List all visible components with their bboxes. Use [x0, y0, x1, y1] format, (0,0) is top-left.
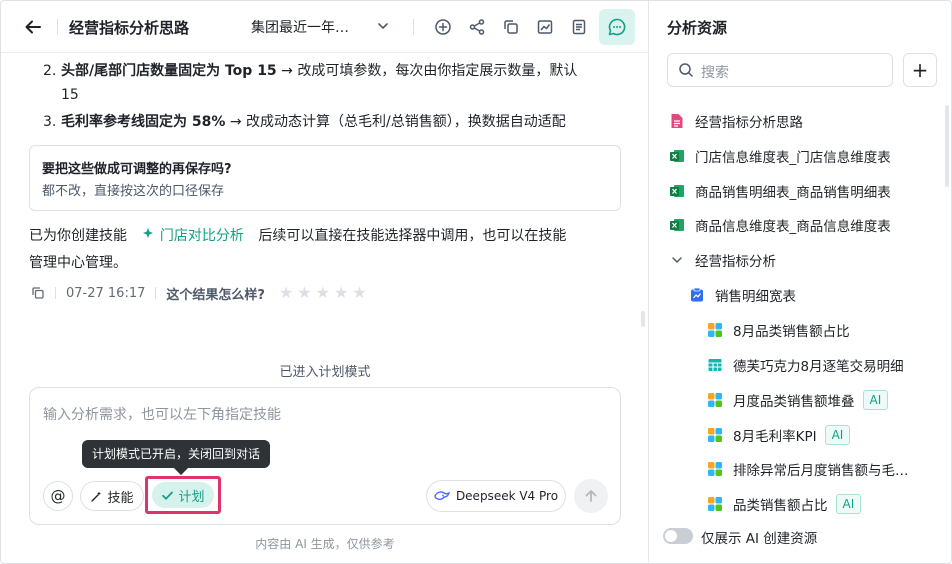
message-composer: 输入分析需求，也可以左下角指定技能 计划模式已开启，关闭回到对话 @ 技能 计划… — [29, 387, 621, 525]
chart-item[interactable]: 排除异常后月度销售额与毛… — [707, 458, 909, 480]
check-icon — [162, 491, 174, 500]
message-time: 07-27 16:17 — [66, 285, 146, 301]
sparkle-add-icon — [435, 19, 451, 35]
divider — [55, 287, 56, 299]
excel-icon — [669, 183, 685, 199]
chevron-down-icon[interactable] — [377, 20, 389, 32]
star-icon[interactable]: ★ — [352, 285, 366, 301]
plan-mode-tooltip: 计划模式已开启，关闭回到对话 — [82, 440, 271, 468]
mention-button[interactable]: @ — [43, 481, 73, 511]
chart-icon — [707, 496, 723, 512]
divider — [57, 19, 58, 35]
chart-icon — [707, 427, 723, 443]
doc-icon — [669, 113, 685, 129]
notes-button[interactable] — [567, 15, 591, 39]
assistant-reply-line2: 管理中心管理。 — [29, 255, 127, 271]
quoted-question-card: 要把这些做成可调整的再保存吗? 都不改，直接按这次的口径保存 — [29, 145, 621, 211]
ai-disclaimer: 内容由 AI 生成，仅供参考 — [255, 537, 395, 551]
ai-only-toggle-label: 仅展示 AI 创建资源 — [701, 531, 818, 547]
app-frame: 经营指标分析思路 集团最近一年… 2. 头部/尾部门店数量固定为 Top 15 … — [0, 0, 952, 564]
divider — [413, 19, 414, 35]
chart-panel-icon — [537, 20, 553, 34]
document-icon — [572, 19, 586, 35]
resource-panel: 分析资源 搜索 + 经营指标分析思路 门店信息维度表_门店信息维度表 商品销售明… — [649, 1, 951, 563]
excel-icon — [669, 217, 685, 233]
arrow-left-icon — [25, 20, 41, 34]
star-icon[interactable]: ★ — [334, 285, 348, 301]
rating-prompt: 这个结果怎么样? — [166, 287, 265, 303]
resource-item[interactable]: 商品销售明细表_商品销售明细表 — [669, 180, 891, 202]
add-resource-button[interactable]: + — [903, 53, 937, 87]
chart-button[interactable] — [533, 15, 557, 39]
ai-badge: AI — [824, 425, 851, 445]
copy-icon[interactable] — [31, 286, 45, 300]
send-button[interactable] — [574, 479, 608, 513]
search-placeholder: 搜索 — [701, 65, 729, 81]
scrollbar[interactable] — [641, 311, 645, 327]
resource-item[interactable]: 门店信息维度表_门店信息维度表 — [669, 145, 891, 167]
star-icon[interactable]: ★ — [316, 285, 330, 301]
message-meta: 07-27 16:17 这个结果怎么样? ★ ★ ★ ★ ★ — [31, 284, 367, 303]
divider — [155, 287, 157, 299]
quote-question: 要把这些做成可调整的再保存吗? — [42, 162, 232, 177]
chat-bubble-icon — [608, 18, 626, 36]
chart-icon — [707, 461, 723, 477]
share-button[interactable] — [465, 15, 489, 39]
plus-icon: + — [911, 58, 929, 82]
chat-header: 经营指标分析思路 集团最近一年… — [1, 1, 649, 53]
chart-item[interactable]: 8月品类销售额占比 — [707, 319, 850, 341]
copy-button[interactable] — [499, 15, 523, 39]
arrow-up-icon — [585, 490, 597, 502]
resource-item[interactable]: 商品信息维度表_商品信息维度表 — [669, 214, 891, 236]
chart-item[interactable]: 月度品类销售额堆叠 AI — [707, 389, 889, 411]
chart-icon — [707, 322, 723, 338]
resource-item[interactable]: 经营指标分析思路 — [669, 110, 803, 132]
new-chat-button[interactable] — [431, 15, 455, 39]
search-icon — [679, 63, 693, 77]
star-icon[interactable]: ★ — [279, 285, 293, 301]
copy-icon — [504, 20, 518, 34]
page-title: 经营指标分析思路 — [69, 19, 190, 37]
excel-icon — [669, 148, 685, 164]
plan-mode-notice: 已进入计划模式 — [279, 365, 371, 380]
quote-answer: 都不改，直接按这次的口径保存 — [42, 184, 225, 199]
chart-item[interactable]: 品类销售额占比 AI — [707, 493, 862, 515]
plan-toggle-button[interactable]: 计划 — [152, 482, 214, 508]
chat-mode-button[interactable] — [599, 9, 635, 45]
chart-item[interactable]: 德芙巧克力8月逐笔交易明细 — [707, 354, 904, 376]
chat-panel: 经营指标分析思路 集团最近一年… 2. 头部/尾部门店数量固定为 Top 15 … — [1, 1, 649, 563]
list-item: 2. 头部/尾部门店数量固定为 Top 15 → 改成可填参数，每次由你指定展示数… — [43, 63, 578, 79]
message-input[interactable]: 输入分析需求，也可以左下角指定技能 — [43, 404, 281, 424]
chevron-down-icon[interactable] — [669, 252, 685, 268]
scrollbar[interactable] — [945, 105, 949, 187]
skill-link[interactable]: 门店对比分析 — [141, 228, 248, 244]
dataset-icon — [689, 287, 705, 303]
assistant-reply: 已为你创建技能 门店对比分析 后续可以直接在技能选择器中调用，也可以在技能 — [29, 228, 567, 244]
table-icon — [707, 357, 723, 373]
at-icon: @ — [50, 487, 66, 505]
chart-icon — [707, 392, 723, 408]
model-selector[interactable]: Deepseek V4 Pro — [426, 480, 566, 512]
skill-button[interactable]: 技能 — [80, 481, 144, 511]
search-input[interactable]: 搜索 — [667, 53, 893, 87]
back-button[interactable] — [21, 15, 45, 39]
sparkle-icon — [143, 228, 154, 238]
ai-badge: AI — [862, 390, 889, 410]
share-icon — [469, 19, 485, 35]
magic-wand-icon — [91, 491, 102, 502]
star-icon[interactable]: ★ — [297, 285, 311, 301]
list-item: 3. 毛利率参考线固定为 58% → 改成动态计算（总毛利/总销售额），换数据自动… — [43, 114, 566, 130]
list-item-continuation: 15 — [61, 87, 79, 103]
dataset-item[interactable]: 销售明细宽表 — [689, 284, 796, 306]
plan-button-highlight: 计划 — [145, 476, 221, 514]
chart-item[interactable]: 8月毛利率KPI AI — [707, 424, 851, 446]
folder-item[interactable]: 经营指标分析 — [669, 249, 776, 271]
session-selector[interactable]: 集团最近一年… — [251, 17, 349, 37]
ai-badge: AI — [835, 494, 862, 514]
star-rating[interactable]: ★ ★ ★ ★ ★ — [279, 285, 367, 301]
panel-title: 分析资源 — [667, 19, 728, 37]
deepseek-logo-icon — [434, 491, 450, 501]
ai-only-toggle[interactable] — [663, 528, 693, 544]
